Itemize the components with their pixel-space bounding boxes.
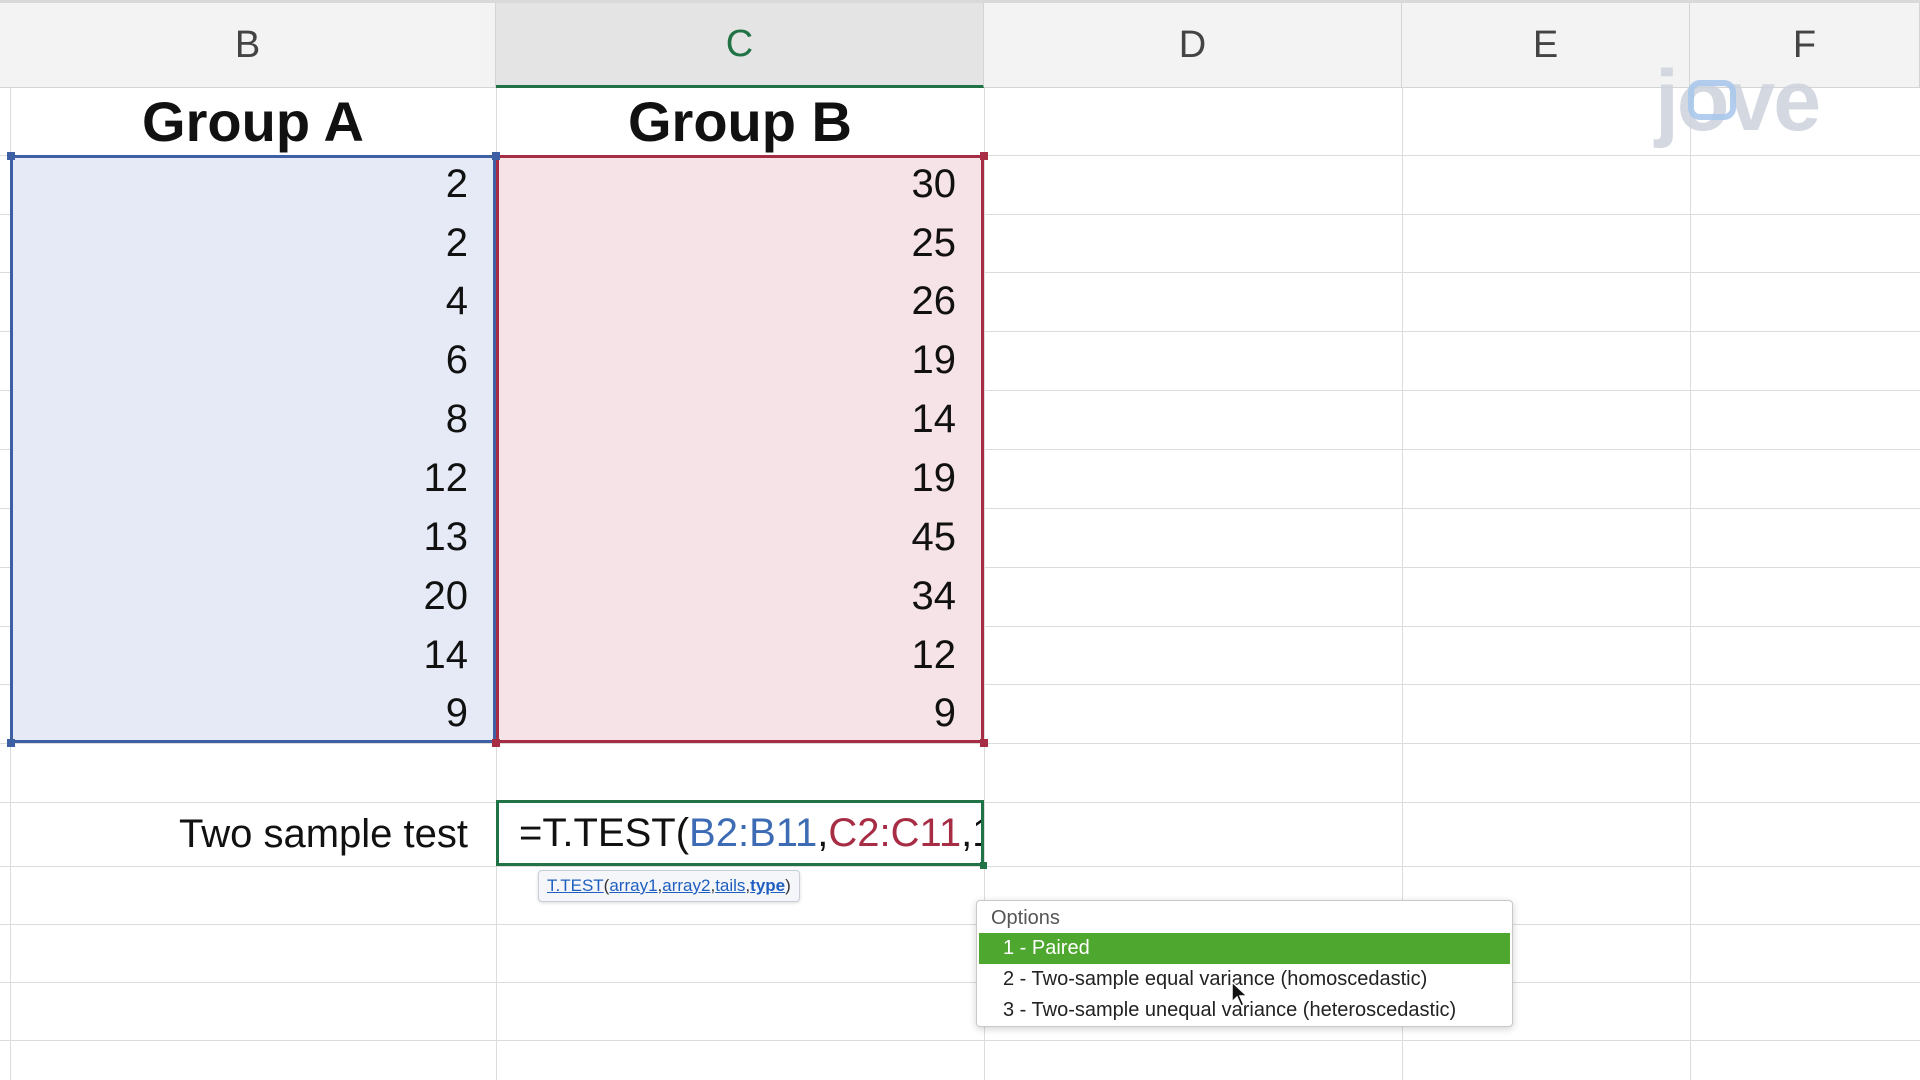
tooltip-close-paren: )	[785, 876, 791, 895]
jove-watermark-logo: jove	[1655, 53, 1821, 149]
column-header-c[interactable]: C	[496, 3, 984, 88]
group-b-cell[interactable]: 45	[496, 508, 984, 567]
group-b-cell[interactable]: 25	[496, 214, 984, 272]
tooltip-arg-array1[interactable]: array1	[609, 876, 657, 896]
group-b-cell[interactable]: 19	[496, 331, 984, 390]
group-a-cell[interactable]: 6	[10, 331, 496, 390]
tooltip-arg-tails[interactable]: tails	[715, 876, 745, 896]
column-header-d[interactable]: D	[984, 3, 1402, 88]
group-b-cell[interactable]: 34	[496, 567, 984, 626]
group-a-cell[interactable]: 2	[10, 155, 496, 214]
group-a-cell[interactable]: 12	[10, 449, 496, 508]
formula-prefix: =T.TEST(	[519, 810, 690, 855]
fill-handle[interactable]	[980, 862, 987, 869]
tooltip-function-name[interactable]: T.TEST	[547, 876, 604, 896]
group-a-cell[interactable]: 14	[10, 626, 496, 684]
two-sample-test-label[interactable]: Two sample test	[10, 802, 496, 866]
group-a-cell[interactable]: 4	[10, 272, 496, 331]
group-b-cell[interactable]: 19	[496, 449, 984, 508]
option-paired[interactable]: 1 - Paired	[979, 933, 1510, 964]
group-b-cell[interactable]: 9	[496, 684, 984, 743]
formula-separator: ,	[817, 810, 829, 855]
group-a-cell[interactable]: 8	[10, 390, 496, 449]
group-a-cell[interactable]: 20	[10, 567, 496, 626]
speech-bubble-icon	[1688, 80, 1736, 120]
group-a-cell[interactable]: 13	[10, 508, 496, 567]
group-a-header[interactable]: Group A	[10, 88, 496, 155]
group-a-cell[interactable]: 9	[10, 684, 496, 743]
column-header-b[interactable]: B	[0, 3, 496, 88]
group-b-header[interactable]: Group B	[496, 88, 984, 155]
group-b-cell[interactable]: 14	[496, 390, 984, 449]
tooltip-arg-array2[interactable]: array2	[662, 876, 710, 896]
group-b-cell[interactable]: 30	[496, 155, 984, 214]
group-a-cell[interactable]: 2	[10, 214, 496, 272]
formula-input-cell[interactable]: =T.TEST(B2:B11,C2:C11,1,	[496, 800, 984, 866]
function-signature-tooltip: T.TEST(array1, array2, tails, type)	[538, 870, 800, 902]
group-b-cell[interactable]: 26	[496, 272, 984, 331]
tooltip-arg-type[interactable]: type	[750, 876, 785, 896]
formula-ref-a: B2:B11	[689, 810, 818, 855]
options-title: Options	[991, 907, 1060, 929]
group-b-cell[interactable]: 12	[496, 626, 984, 684]
formula-suffix: ,1,	[961, 810, 981, 855]
column-header-row: B C D E F	[0, 0, 1920, 88]
column-header-e[interactable]: E	[1402, 3, 1690, 88]
formula-ref-b: C2:C11	[828, 810, 962, 855]
mouse-pointer-icon	[1231, 980, 1249, 1007]
spreadsheet: B C D E F Group A Group B 2 2 4 6 8 12 1…	[0, 0, 1920, 1080]
